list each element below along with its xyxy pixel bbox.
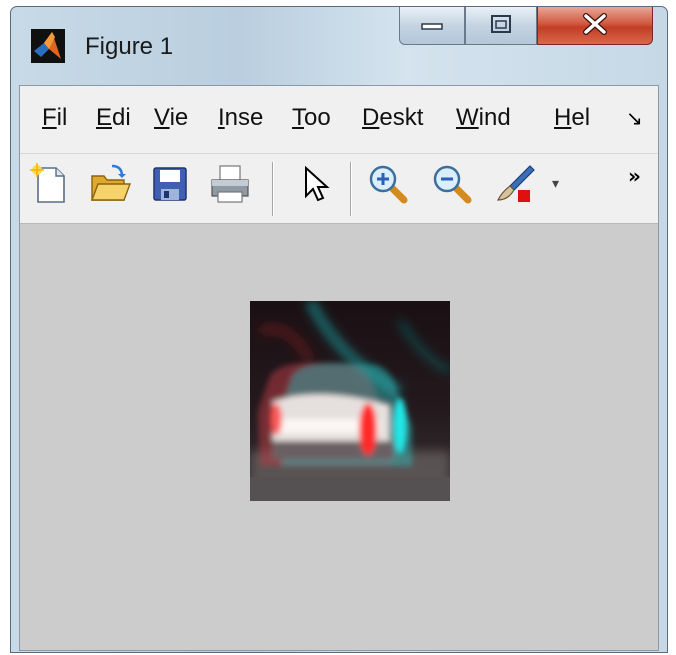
menu-tools[interactable]: Too <box>292 104 348 132</box>
zoom-in-button[interactable] <box>366 162 410 206</box>
menu-view[interactable]: Vie <box>154 104 200 132</box>
brush-dropdown-arrow[interactable]: ▾ <box>552 176 559 192</box>
menu-overflow-arrow[interactable]: ↘ <box>626 106 643 130</box>
toolbar-overflow-button[interactable]: » <box>628 164 641 188</box>
close-icon <box>582 12 608 39</box>
close-button[interactable] <box>537 7 653 45</box>
new-figure-icon <box>28 163 72 210</box>
figure-toolbar: ▾ » <box>20 154 658 224</box>
print-icon <box>208 165 252 210</box>
menu-edit[interactable]: Edi <box>96 104 140 132</box>
maximize-icon <box>490 14 512 38</box>
menu-file[interactable]: Fil <box>42 104 80 132</box>
minimize-button[interactable] <box>399 7 465 45</box>
new-figure-button[interactable] <box>28 162 72 206</box>
open-file-button[interactable] <box>88 162 132 206</box>
save-button[interactable] <box>148 162 192 206</box>
title-bar[interactable]: Figure 1 <box>11 7 667 83</box>
save-icon <box>148 167 192 210</box>
print-button[interactable] <box>208 162 252 206</box>
anaglyph-image-canvas <box>250 301 450 501</box>
window-title: Figure 1 <box>85 33 174 60</box>
menu-desktop[interactable]: Deskt <box>362 104 440 132</box>
menu-window[interactable]: Wind <box>456 104 534 132</box>
zoom-out-button[interactable] <box>430 162 474 206</box>
menu-bar: Fil Edi Vie Inse Too Deskt Wind Hel ↘ <box>20 86 658 154</box>
select-arrow-button[interactable] <box>294 162 338 206</box>
toolbar-separator <box>272 162 274 216</box>
brush-button[interactable] <box>494 162 538 206</box>
menu-help[interactable]: Hel <box>554 104 604 132</box>
open-file-icon <box>88 164 132 210</box>
toolbar-separator <box>350 162 352 216</box>
zoom-out-icon <box>430 165 474 210</box>
minimize-icon <box>421 16 443 35</box>
menu-insert[interactable]: Inse <box>218 104 274 132</box>
figure-client-area: Fil Edi Vie Inse Too Deskt Wind Hel ↘ ▾ … <box>19 85 659 651</box>
figure-window: Figure 1 Fil Edi Vie Inse Too Deskt Wind <box>10 6 668 653</box>
matlab-logo-icon <box>31 29 65 63</box>
brush-icon <box>494 165 538 210</box>
anaglyph-image[interactable] <box>250 301 450 501</box>
maximize-button[interactable] <box>465 7 537 45</box>
zoom-in-icon <box>366 165 410 210</box>
select-arrow-icon <box>294 165 338 210</box>
